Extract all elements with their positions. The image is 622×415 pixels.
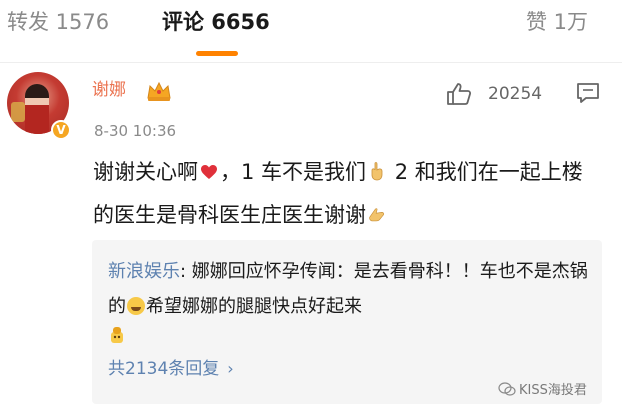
avatar-decoration bbox=[11, 102, 25, 122]
view-all-replies-link[interactable]: 共2134条回复 › bbox=[108, 357, 234, 381]
reply-text-part: 希望娜娜的腿腿快点好起来 bbox=[146, 296, 362, 317]
like-count: 20254 bbox=[488, 84, 543, 104]
laughing-emoji-icon bbox=[127, 297, 145, 315]
reply-text: 新浪娱乐: 娜娜回应怀孕传闻：是去看骨科！！车也不是杰锅的 希望娜娜的腿腿快点好起… bbox=[108, 254, 592, 324]
comment-username[interactable]: 谢娜 bbox=[92, 79, 126, 101]
comment-text: 谢谢关心啊 ，1 车不是我们 2 和我们在一起上楼的医生是骨科医生庄医生谢谢 bbox=[93, 151, 603, 237]
avatar-figure bbox=[25, 84, 49, 134]
tab-like[interactable]: 赞 1万 bbox=[526, 8, 588, 36]
verified-badge-icon: V bbox=[51, 120, 71, 140]
reply-author[interactable]: 新浪娱乐 bbox=[108, 261, 180, 282]
comment-page: 转发 1576 评论 6656 赞 1万 V 谢娜 8-30 10:36 202… bbox=[0, 0, 622, 415]
tab-repost[interactable]: 转发 1576 bbox=[7, 8, 109, 36]
small-emoji-icon bbox=[111, 327, 123, 343]
reply-box[interactable]: 新浪娱乐: 娜娜回应怀孕传闻：是去看骨科！！车也不是杰锅的 希望娜娜的腿腿快点好起… bbox=[92, 240, 602, 404]
tab-comment[interactable]: 评论 6656 bbox=[162, 8, 270, 36]
comment-text-part: 谢谢关心啊 bbox=[93, 160, 198, 184]
crown-icon bbox=[147, 81, 171, 101]
tab-bar: 转发 1576 评论 6656 赞 1万 bbox=[0, 0, 622, 56]
watermark-text: KISS海投君 bbox=[519, 383, 587, 398]
divider bbox=[0, 62, 622, 63]
comment-timestamp: 8-30 10:36 bbox=[94, 122, 177, 140]
folded-hands-emoji-icon bbox=[369, 208, 385, 222]
comment-reply-icon[interactable] bbox=[576, 82, 600, 104]
heart-emoji-icon bbox=[201, 165, 217, 179]
comment-text-part: ，1 车不是我们 bbox=[220, 160, 367, 184]
wechat-icon bbox=[498, 382, 516, 396]
thumbs-up-icon[interactable] bbox=[446, 82, 472, 106]
chevron-right-icon: › bbox=[227, 359, 234, 378]
ok-hand-emoji-icon bbox=[371, 162, 383, 181]
reply-count-label: 共2134条回复 bbox=[108, 359, 220, 379]
watermark: KISS海投君 bbox=[498, 382, 587, 400]
tab-active-indicator bbox=[196, 51, 238, 56]
